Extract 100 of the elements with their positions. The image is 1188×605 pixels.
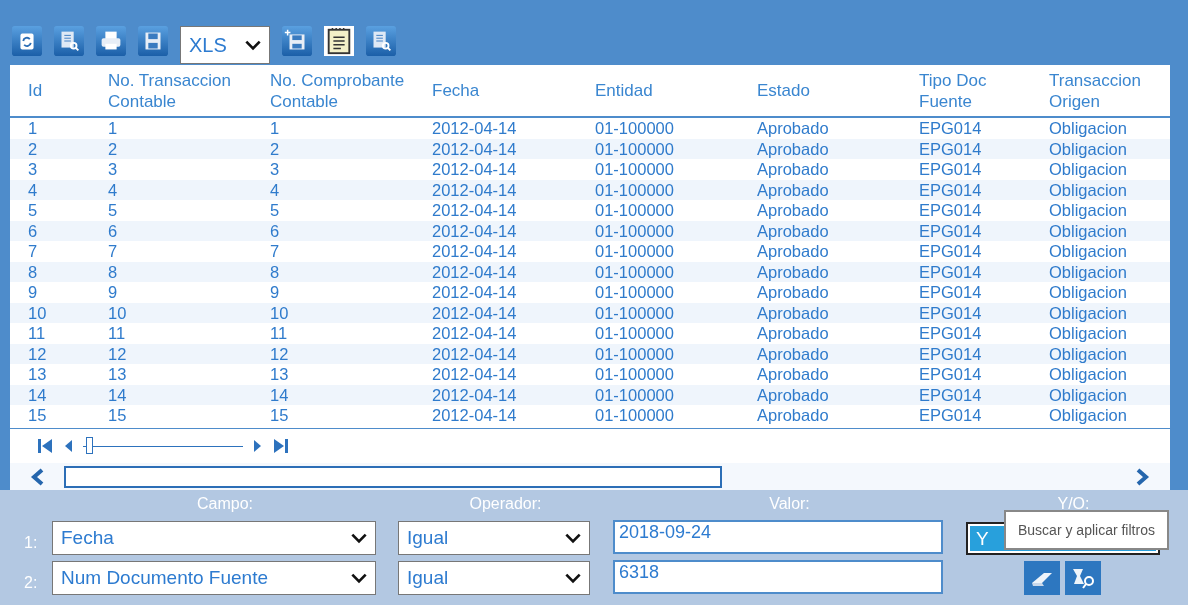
column-header[interactable]: No. Comprobante Contable <box>270 69 405 112</box>
table-cell: Obligacion <box>1049 242 1127 261</box>
eraser-icon[interactable] <box>1024 561 1060 595</box>
field-select[interactable]: Fecha <box>52 521 376 555</box>
table-cell: 01-100000 <box>595 221 674 240</box>
table-cell: Aprobado <box>757 406 829 425</box>
value-field[interactable]: 2018-09-24 <box>613 520 943 554</box>
table-cell: 13 <box>270 365 289 384</box>
document-search-icon[interactable] <box>366 26 396 56</box>
last-page-icon[interactable] <box>273 438 289 454</box>
table-cell: 8 <box>28 262 38 281</box>
operator-select[interactable]: Igual <box>398 561 590 595</box>
table-cell: 8 <box>270 262 280 281</box>
table-cell: 3 <box>108 160 118 179</box>
next-page-icon[interactable] <box>253 438 263 454</box>
refresh-icon[interactable] <box>12 26 42 56</box>
table-cell: 01-100000 <box>595 139 674 158</box>
value-field[interactable]: 6318 <box>613 560 943 594</box>
column-label: Operador: <box>469 495 542 512</box>
table-cell: 2012-04-14 <box>432 344 517 363</box>
chevron-icon[interactable] <box>245 40 261 51</box>
field-select[interactable]: Num Documento Fuente <box>52 561 376 595</box>
column-header[interactable]: Id <box>28 80 43 101</box>
chevron-icon[interactable] <box>565 573 581 584</box>
table-cell: 01-100000 <box>595 180 674 199</box>
table-cell: 2012-04-14 <box>432 242 517 261</box>
table-cell: 12 <box>270 344 289 363</box>
table-cell: Obligacion <box>1049 324 1127 343</box>
save-icon[interactable] <box>138 26 168 56</box>
table-cell: EPG014 <box>919 139 982 158</box>
table-cell: Aprobado <box>757 385 829 404</box>
table-cell: 2012-04-14 <box>432 139 517 158</box>
tooltip: Buscar y aplicar filtros <box>1004 510 1169 550</box>
table-cell: 2012-04-14 <box>432 119 517 138</box>
table-cell: EPG014 <box>919 344 982 363</box>
document-search-icon[interactable] <box>54 26 84 56</box>
table-cell: 3 <box>270 160 280 179</box>
table-cell: 13 <box>28 365 47 384</box>
table-cell: 2 <box>108 139 118 158</box>
table-cell: EPG014 <box>919 201 982 220</box>
table-cell: 15 <box>270 406 289 425</box>
table-cell: Obligacion <box>1049 385 1127 404</box>
table-cell: 01-100000 <box>595 201 674 220</box>
table-cell: 15 <box>108 406 127 425</box>
column-label: Campo: <box>197 495 253 512</box>
table-cell: 01-100000 <box>595 119 674 138</box>
table-cell: 01-100000 <box>595 365 674 384</box>
table-cell: 14 <box>270 385 289 404</box>
table-cell: 6 <box>28 221 38 240</box>
table-cell: 01-100000 <box>595 283 674 302</box>
save-icon[interactable] <box>282 26 312 56</box>
table-cell: Obligacion <box>1049 180 1127 199</box>
column-header[interactable]: No. Transaccion Contable <box>108 69 231 112</box>
row-number: 1: <box>24 534 38 551</box>
table-cell: EPG014 <box>919 283 982 302</box>
column-header[interactable]: Fecha <box>432 80 480 101</box>
table-cell: 12 <box>108 344 127 363</box>
table-cell: 01-100000 <box>595 242 674 261</box>
first-page-icon[interactable] <box>37 438 53 454</box>
search-icon[interactable] <box>1065 561 1101 595</box>
table-cell: Obligacion <box>1049 344 1127 363</box>
table-cell: 2012-04-14 <box>432 283 517 302</box>
column-header[interactable]: Transaccion Origen <box>1049 69 1141 112</box>
scrollbar-thumb[interactable] <box>64 465 722 488</box>
table-cell: 4 <box>270 180 280 199</box>
column-header[interactable]: Estado <box>757 80 810 101</box>
column-header[interactable]: Tipo Doc Fuente <box>919 69 987 112</box>
table-cell: 14 <box>108 385 127 404</box>
previous-page-icon[interactable] <box>63 438 73 454</box>
column-header[interactable]: Entidad <box>595 80 653 101</box>
table-cell: 1 <box>270 119 280 138</box>
table-cell: 01-100000 <box>595 303 674 322</box>
table-cell: 2 <box>28 139 38 158</box>
column-label: Valor: <box>769 495 810 512</box>
printer-icon[interactable] <box>96 26 126 56</box>
table-cell: 5 <box>270 201 280 220</box>
table-cell: 7 <box>28 242 38 261</box>
format-select[interactable]: XLS <box>180 26 270 64</box>
table-cell: 14 <box>28 385 47 404</box>
table-cell: EPG014 <box>919 324 982 343</box>
chevron-icon[interactable] <box>351 573 367 584</box>
table-cell: Aprobado <box>757 324 829 343</box>
table-cell: EPG014 <box>919 406 982 425</box>
table-cell: EPG014 <box>919 303 982 322</box>
table-cell: 2012-04-14 <box>432 385 517 404</box>
table-cell: 11 <box>270 324 288 343</box>
chevron-icon[interactable] <box>565 533 581 544</box>
chevron-icon[interactable] <box>351 533 367 544</box>
table-cell: EPG014 <box>919 221 982 240</box>
table-cell: 8 <box>108 262 118 281</box>
notepad-icon[interactable] <box>324 26 354 56</box>
row-number: 2: <box>24 574 38 591</box>
operator-select[interactable]: Igual <box>398 521 590 555</box>
table-cell: Aprobado <box>757 262 829 281</box>
table-cell: EPG014 <box>919 262 982 281</box>
table-cell: 01-100000 <box>595 385 674 404</box>
table-cell: 6 <box>270 221 280 240</box>
table-cell: 2012-04-14 <box>432 303 517 322</box>
slider-thumb[interactable] <box>86 437 94 454</box>
table-cell: EPG014 <box>919 365 982 384</box>
